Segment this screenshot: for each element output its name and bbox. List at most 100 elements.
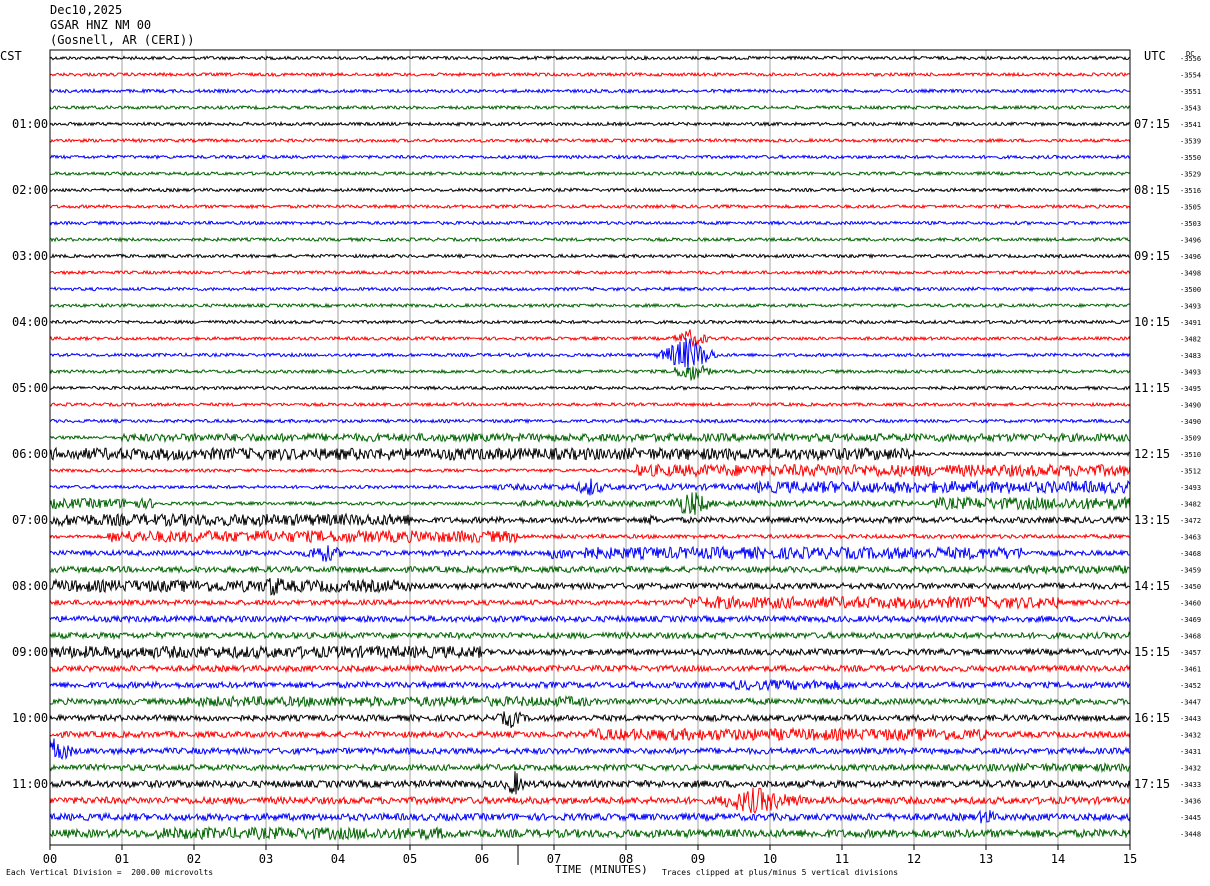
trace-row — [49, 153, 1131, 161]
dc-value-label: -3483 — [1180, 352, 1201, 360]
trace-row — [49, 417, 1131, 425]
dc-value-label: -3469 — [1180, 616, 1201, 624]
x-tick-label: 14 — [1051, 852, 1065, 866]
dc-value-label: -3496 — [1180, 253, 1201, 261]
trace-row — [49, 203, 1131, 210]
hour-label-utc: 14:15 — [1134, 579, 1170, 593]
trace-row — [49, 431, 1131, 444]
trace-row — [49, 545, 1131, 562]
dc-value-label: -3493 — [1180, 303, 1201, 311]
hour-label-cst: 05:00 — [12, 381, 48, 395]
hour-label-utc: 15:15 — [1134, 645, 1170, 659]
trace-row — [49, 492, 1131, 515]
dc-value-label: -3490 — [1180, 418, 1201, 426]
dc-value-label: -3433 — [1180, 781, 1201, 789]
left-timezone-label: CST — [0, 49, 22, 63]
trace-row — [49, 564, 1131, 576]
trace-row — [49, 512, 1131, 528]
x-tick-label: 11 — [835, 852, 849, 866]
trace-row — [49, 186, 1130, 194]
dc-value-label: -3436 — [1180, 798, 1201, 806]
x-tick-label: 09 — [691, 852, 705, 866]
trace-row — [49, 401, 1131, 408]
x-tick-label: 10 — [763, 852, 777, 866]
dc-value-label: -3490 — [1180, 402, 1201, 410]
trace-row — [49, 236, 1131, 243]
trace-row — [49, 678, 1131, 692]
dc-value-label: -3482 — [1180, 336, 1201, 344]
dc-header: DC — [1186, 50, 1195, 58]
hour-label-utc: 11:15 — [1134, 381, 1170, 395]
dc-value-label: -3551 — [1180, 88, 1201, 96]
trace-row — [49, 478, 1131, 496]
hour-label-cst: 06:00 — [12, 447, 48, 461]
dc-value-label: -3447 — [1180, 699, 1201, 707]
x-axis-title: TIME (MINUTES) — [555, 863, 648, 876]
trace-row — [49, 761, 1131, 774]
trace-row — [49, 694, 1131, 709]
trace-row — [49, 614, 1131, 624]
dc-value-label: -3495 — [1180, 385, 1201, 393]
hour-label-cst: 10:00 — [12, 711, 48, 725]
trace-row — [49, 711, 1131, 728]
dc-value-label: -3432 — [1180, 765, 1201, 773]
trace-row — [49, 809, 1131, 824]
dc-value-label: -3468 — [1180, 550, 1201, 558]
x-tick-label: 03 — [259, 852, 273, 866]
hour-label-utc: 12:15 — [1134, 447, 1170, 461]
dc-value-label: -3550 — [1180, 154, 1201, 162]
dc-value-label: -3498 — [1180, 270, 1201, 278]
dc-value-label: -3452 — [1180, 682, 1201, 690]
trace-row — [49, 771, 1131, 795]
dc-value-label: -3445 — [1180, 814, 1201, 822]
hour-label-cst: 01:00 — [12, 117, 48, 131]
dc-value-label: -3461 — [1180, 666, 1201, 674]
dc-value-label: -3448 — [1180, 831, 1201, 839]
hour-label-cst: 03:00 — [12, 249, 48, 263]
x-tick-label: 02 — [187, 852, 201, 866]
trace-row — [49, 529, 1131, 544]
hour-label-cst: 09:00 — [12, 645, 48, 659]
dc-value-label: -3472 — [1180, 517, 1201, 525]
trace-row — [49, 87, 1131, 95]
trace-row — [49, 329, 1131, 347]
trace-row — [49, 120, 1131, 128]
trace-row — [49, 644, 1131, 660]
dc-value-label: -3541 — [1180, 121, 1201, 129]
clip-note: Traces clipped at plus/minus 5 vertical … — [662, 868, 899, 877]
dc-value-label: -3450 — [1180, 583, 1201, 591]
trace-row — [49, 578, 1131, 596]
dc-value-label: -3493 — [1180, 369, 1201, 377]
trace-row — [49, 318, 1131, 325]
dc-value-label: -3509 — [1180, 435, 1201, 443]
dc-value-label: -3516 — [1180, 187, 1201, 195]
hour-label-cst: 04:00 — [12, 315, 48, 329]
trace-row — [49, 104, 1131, 111]
trace-row — [49, 71, 1131, 78]
dc-value-label: -3496 — [1180, 237, 1201, 245]
trace-row — [49, 54, 1131, 62]
vertical-scale-note: Each Vertical Division = 200.00 microvol… — [6, 868, 214, 877]
x-tick-label: 15 — [1123, 852, 1137, 866]
trace-row — [49, 738, 1131, 761]
hour-label-utc: 13:15 — [1134, 513, 1170, 527]
dc-value-label: -3482 — [1180, 501, 1201, 509]
dc-value-label: -3493 — [1180, 484, 1201, 492]
dc-value-label: -3491 — [1180, 319, 1201, 327]
hour-label-cst: 07:00 — [12, 513, 48, 527]
dc-value-label: -3463 — [1180, 534, 1201, 542]
trace-row — [49, 170, 1131, 177]
trace-row — [49, 594, 1131, 611]
dc-value-label: -3503 — [1180, 220, 1201, 228]
dc-value-label: -3539 — [1180, 138, 1201, 146]
trace-row — [49, 338, 1131, 370]
dc-value-label: -3505 — [1180, 204, 1201, 212]
hour-label-utc: 10:15 — [1134, 315, 1170, 329]
x-tick-label: 00 — [43, 852, 57, 866]
trace-row — [49, 384, 1131, 392]
trace-row — [49, 630, 1131, 641]
trace-row — [49, 463, 1131, 479]
dc-value-label: -3500 — [1180, 286, 1201, 294]
trace-row — [49, 219, 1131, 226]
dc-value-label: -3459 — [1180, 567, 1201, 575]
